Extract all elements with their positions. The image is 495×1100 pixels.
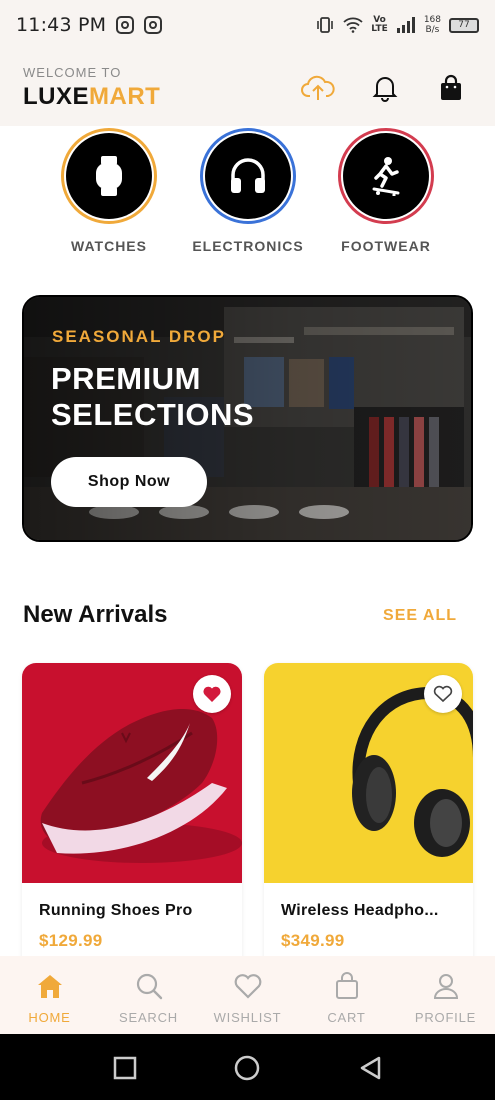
- nav-search[interactable]: SEARCH: [99, 956, 198, 1034]
- recents-icon[interactable]: [111, 1054, 139, 1082]
- favorite-button[interactable]: [193, 675, 231, 713]
- heart-outline-icon: [433, 685, 453, 703]
- see-all-link[interactable]: SEE ALL: [383, 607, 457, 625]
- nav-wishlist[interactable]: WISHLIST: [198, 956, 297, 1034]
- category-label: FOOTWEAR: [341, 238, 431, 254]
- product-card[interactable]: Running Shoes Pro $129.99: [22, 663, 242, 963]
- system-nav-bar: [0, 1034, 495, 1100]
- logo: LUXEMART: [23, 83, 161, 110]
- promo-banner[interactable]: SEASONAL DROP PREMIUM SELECTIONS Shop Now: [22, 295, 473, 542]
- battery-icon: 77: [449, 17, 479, 33]
- shopping-bag-icon: [335, 972, 358, 999]
- volte-indicator: Vo LTE: [371, 15, 388, 34]
- headphones-icon: [231, 158, 265, 193]
- wifi-icon: [343, 17, 363, 33]
- user-icon: [433, 974, 458, 999]
- network-speed: 168 B/s: [423, 15, 441, 35]
- instagram-icon: [144, 16, 163, 34]
- nav-home[interactable]: HOME: [0, 956, 99, 1034]
- search-icon: [136, 973, 162, 1000]
- banner-eyebrow: SEASONAL DROP: [52, 327, 226, 346]
- product-name: Wireless Headpho...: [281, 902, 439, 919]
- nav-profile[interactable]: PROFILE: [396, 956, 495, 1034]
- back-icon[interactable]: [357, 1054, 385, 1082]
- product-price: $129.99: [39, 931, 103, 950]
- shop-now-button[interactable]: Shop Now: [51, 457, 207, 507]
- favorite-button[interactable]: [424, 675, 462, 713]
- signal-icon: [396, 17, 415, 33]
- nav-cart[interactable]: CART: [297, 956, 396, 1034]
- heart-filled-icon: [203, 686, 221, 702]
- bell-icon[interactable]: [367, 70, 403, 106]
- category-watches[interactable]: WATCHES: [49, 128, 169, 254]
- cloud-upload-icon[interactable]: [300, 70, 336, 106]
- watch-icon: [96, 156, 122, 196]
- category-electronics[interactable]: ELECTRONICS: [188, 128, 308, 254]
- skateboarder-icon: [372, 157, 400, 196]
- heart-icon: [234, 974, 261, 999]
- status-time: 11:43 PM: [16, 14, 107, 36]
- category-footwear[interactable]: FOOTWEAR: [326, 128, 446, 254]
- banner-headline: PREMIUM SELECTIONS: [51, 361, 255, 432]
- vibrate-icon: [317, 17, 334, 33]
- product-price: $349.99: [281, 931, 345, 950]
- app-header: WELCOME TO LUXEMART: [0, 50, 495, 126]
- home-circle-icon[interactable]: [233, 1054, 261, 1082]
- welcome-text: WELCOME TO: [23, 65, 122, 80]
- status-bar: 11:43 PM Vo LTE 168 B/s 77: [0, 0, 495, 50]
- section-title: New Arrivals: [23, 601, 168, 628]
- category-label: WATCHES: [71, 238, 147, 254]
- category-label: ELECTRONICS: [192, 238, 304, 254]
- shopping-bag-icon[interactable]: [433, 70, 469, 106]
- home-icon: [37, 975, 62, 998]
- product-name: Running Shoes Pro: [39, 902, 193, 919]
- product-card[interactable]: Wireless Headpho... $349.99: [264, 663, 473, 963]
- instagram-icon: [116, 16, 135, 34]
- bottom-nav: HOME SEARCH WISHLIST CART PROFILE: [0, 956, 495, 1034]
